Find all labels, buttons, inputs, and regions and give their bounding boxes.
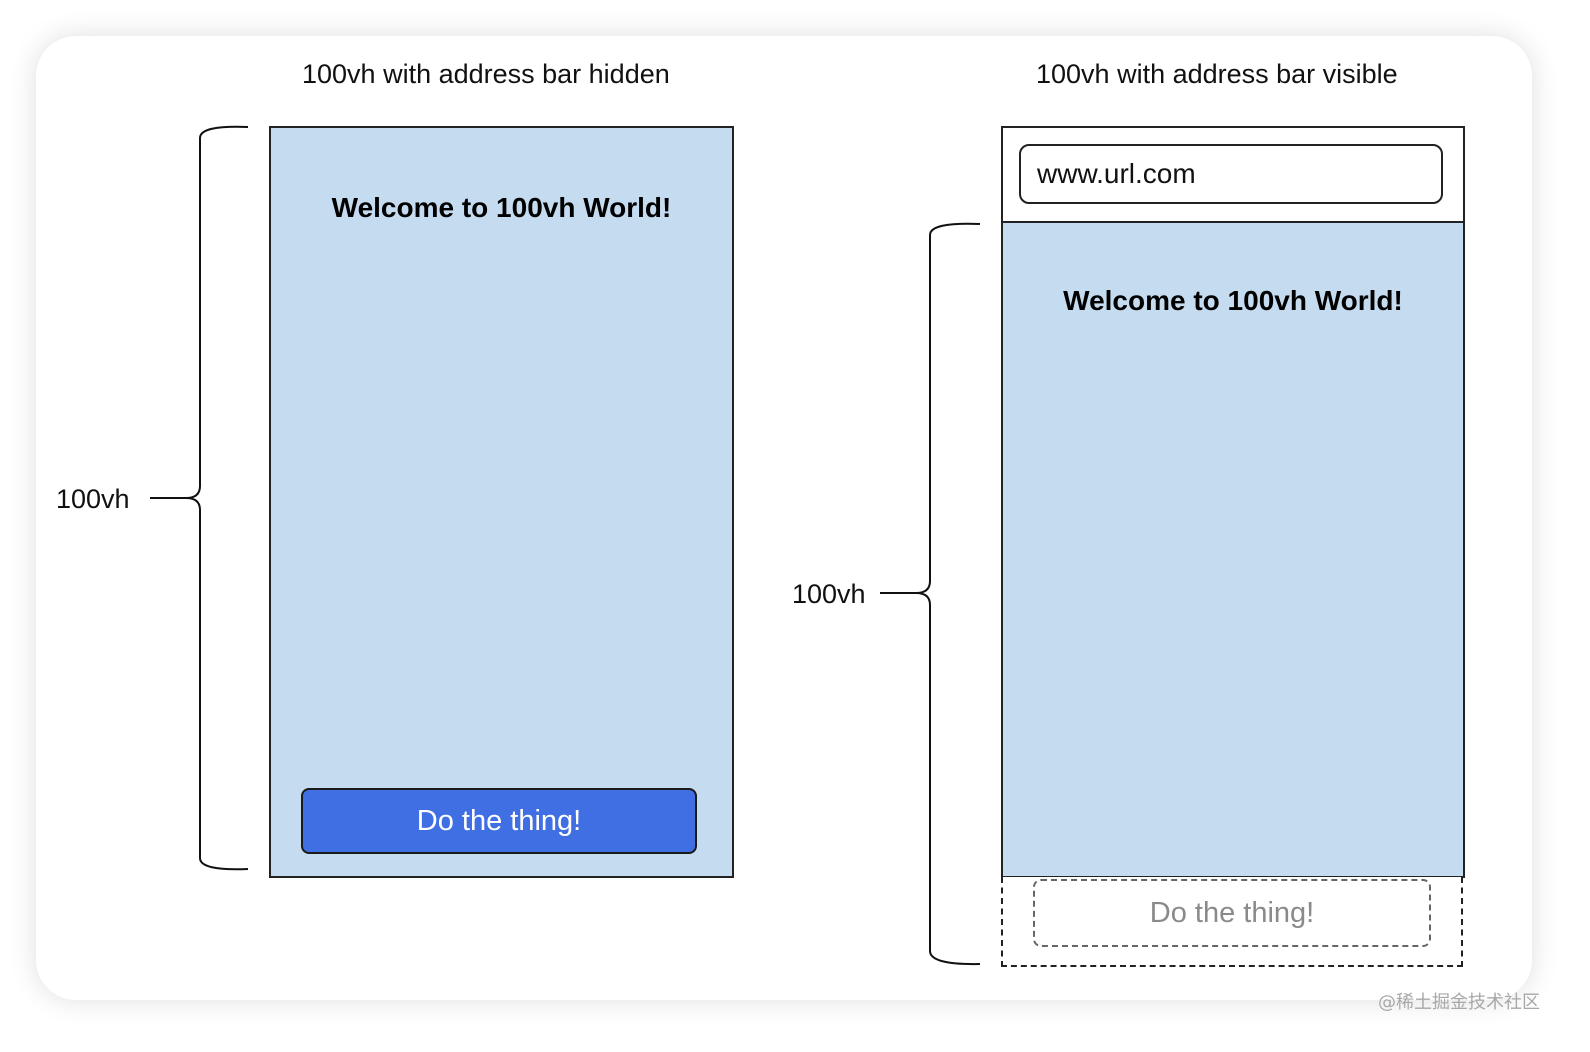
left-caption: 100vh with address bar hidden [302, 59, 670, 89]
address-bar-url: www.url.com [1037, 158, 1196, 189]
left-do-thing-button[interactable]: Do the thing! [301, 788, 697, 854]
right-brace [880, 222, 981, 966]
left-brace [150, 125, 249, 871]
right-phone-browser-chrome: www.url.com [1001, 126, 1465, 221]
right-phone-viewport: Welcome to 100vh World! [1001, 221, 1465, 878]
right-offscreen-area: Do the thing! [1001, 877, 1463, 967]
right-vh-label: 100vh [792, 579, 866, 609]
left-phone-viewport: Welcome to 100vh World! Do the thing! [269, 126, 734, 878]
right-caption: 100vh with address bar visible [1036, 59, 1398, 89]
right-welcome-heading: Welcome to 100vh World! [1063, 285, 1403, 316]
left-welcome-heading: Welcome to 100vh World! [331, 192, 672, 223]
right-hidden-do-thing-button: Do the thing! [1033, 879, 1431, 947]
address-bar[interactable]: www.url.com [1019, 144, 1443, 204]
watermark: @稀土掘金技术社区 [1378, 992, 1540, 1013]
left-vh-label: 100vh [56, 484, 130, 514]
